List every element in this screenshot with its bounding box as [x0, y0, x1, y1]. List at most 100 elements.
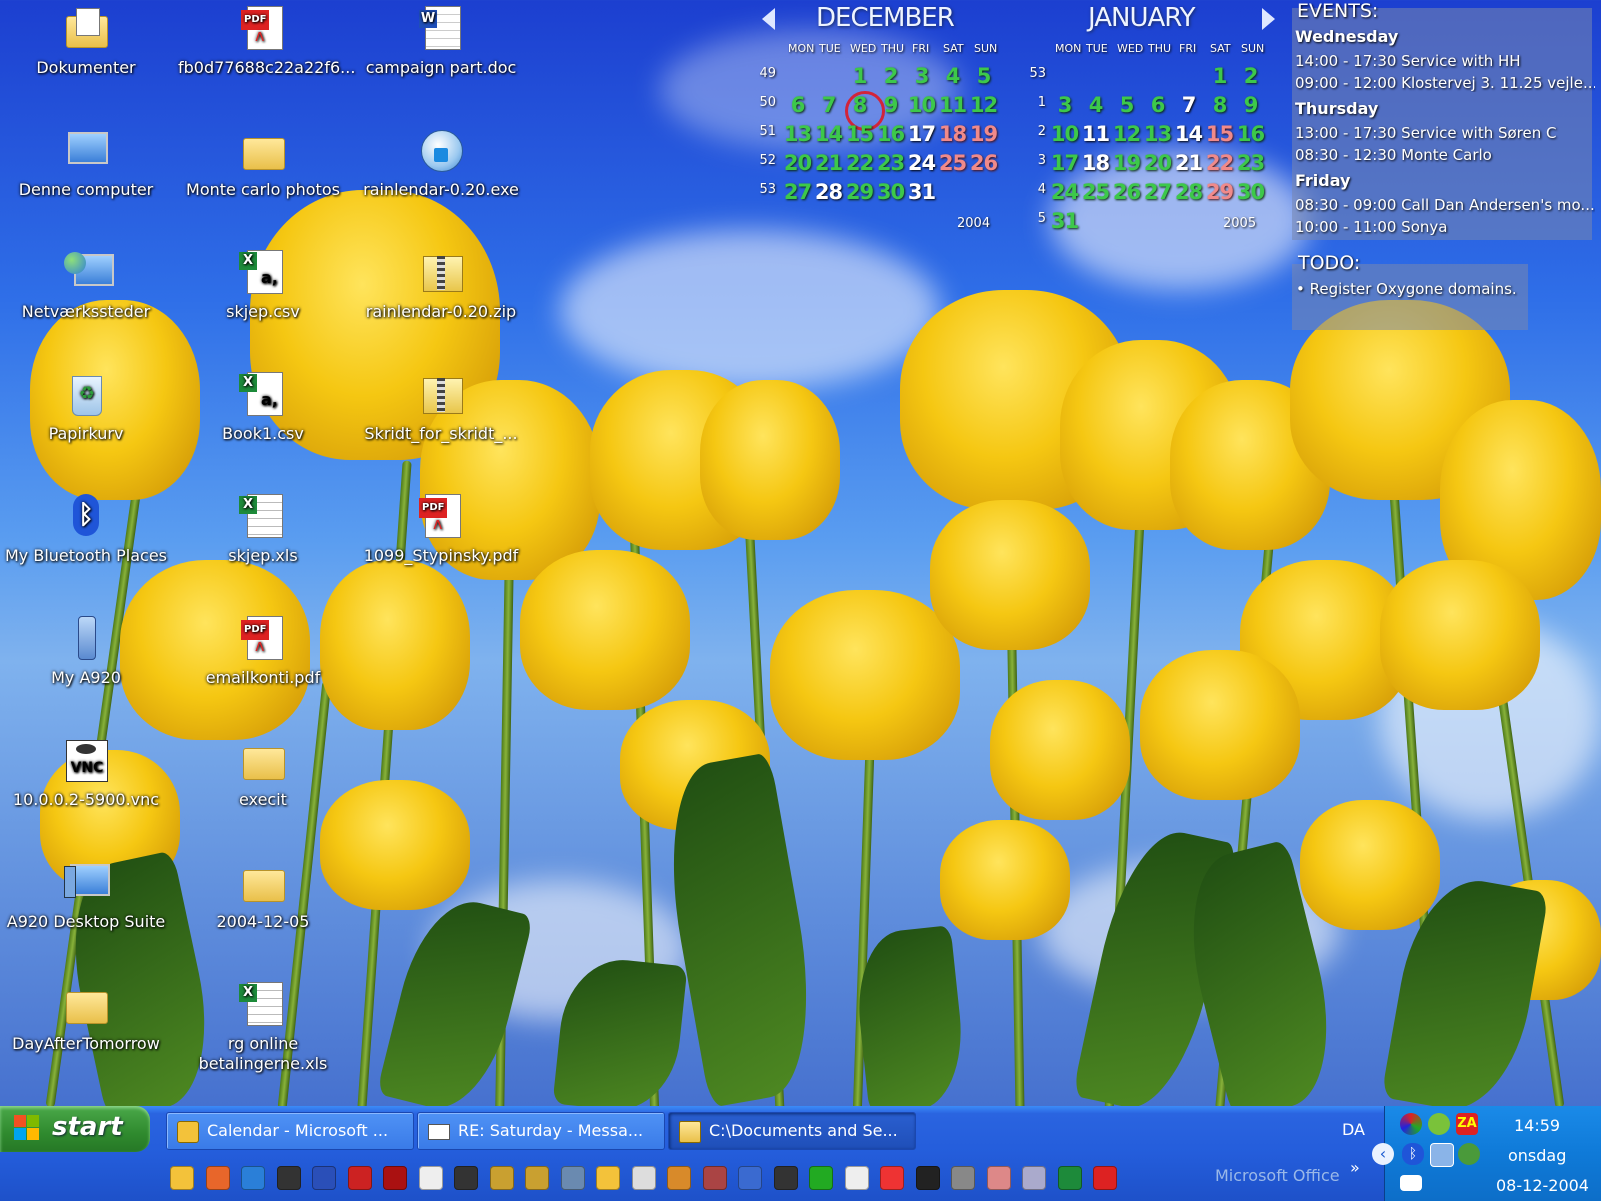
- calendar-day[interactable]: 5: [1111, 93, 1142, 117]
- desktop-icon-papirkurv[interactable]: ♻ Papirkurv: [1, 370, 171, 444]
- notepad-icon[interactable]: [1022, 1166, 1046, 1190]
- desktop-icon-netvaerkssteder[interactable]: Netværkssteder: [1, 248, 171, 322]
- desktop-icon-vnc-connection[interactable]: VNC 10.0.0.2-5900.vnc: [1, 736, 171, 810]
- toolbar-chevron[interactable]: »: [1350, 1158, 1360, 1177]
- event-item[interactable]: 08:30 - 09:00 Call Dan Andersen's mo...: [1295, 196, 1595, 214]
- desktop-icon-skjep-xls[interactable]: X skjep.xls: [178, 492, 348, 566]
- desktop-icon-1099-pdf[interactable]: PDF ʌ 1099_Stypinsky.pdf: [356, 492, 526, 566]
- calendar-day[interactable]: 9: [1235, 93, 1266, 117]
- taskbar-window-message[interactable]: RE: Saturday - Messa...: [417, 1112, 665, 1150]
- outlook-icon[interactable]: [170, 1166, 194, 1190]
- winzip-icon[interactable]: [489, 1166, 514, 1190]
- desktop-icon-campaign-doc[interactable]: W campaign part.doc: [356, 4, 526, 78]
- calendar-day[interactable]: 7: [1173, 93, 1204, 117]
- h-icon[interactable]: [915, 1166, 940, 1190]
- winzip-self-extract-icon[interactable]: [525, 1166, 549, 1190]
- antivirus-icon[interactable]: [1093, 1166, 1117, 1190]
- next-month-icon[interactable]: [1262, 8, 1275, 30]
- calendar-day[interactable]: 28: [813, 180, 844, 204]
- calendar-day[interactable]: 6: [782, 93, 813, 117]
- desktop-icon-dayaftertomorrow[interactable]: DayAfterTomorrow: [1, 980, 171, 1054]
- sync-icon[interactable]: [1400, 1113, 1422, 1135]
- collapse-icon[interactable]: ‹: [1372, 1143, 1394, 1165]
- headset-icon[interactable]: [738, 1166, 762, 1190]
- card-icon[interactable]: [844, 1166, 869, 1190]
- calendar-day[interactable]: 18: [937, 122, 968, 146]
- calendar-day[interactable]: 29: [844, 180, 875, 204]
- desktop-icon-2004-12-05[interactable]: 2004-12-05: [178, 858, 348, 932]
- powerpoint-icon[interactable]: [347, 1166, 372, 1190]
- calendar-day[interactable]: 20: [1142, 151, 1173, 175]
- calendar-day[interactable]: 20: [782, 151, 813, 175]
- desktop-icon-rainlendar-exe[interactable]: rainlendar-0.20.exe: [356, 126, 526, 200]
- calendar-day[interactable]: 1: [1204, 64, 1235, 88]
- bluetooth-tray-icon[interactable]: ᛒ: [1402, 1143, 1424, 1165]
- calendar-day[interactable]: 13: [1142, 122, 1173, 146]
- language-indicator[interactable]: DA: [1342, 1120, 1365, 1139]
- cd-icon[interactable]: [631, 1166, 656, 1190]
- calendar-day[interactable]: 30: [875, 180, 906, 204]
- calendar-day[interactable]: 24: [1049, 180, 1080, 204]
- calendar-day[interactable]: 22: [1204, 151, 1235, 175]
- calendar-day[interactable]: 19: [968, 122, 999, 146]
- calendar-day[interactable]: 4: [1080, 93, 1111, 117]
- excel-icon[interactable]: [1057, 1166, 1082, 1190]
- calendar-day[interactable]: 16: [1235, 122, 1266, 146]
- calendar-day[interactable]: 27: [782, 180, 813, 204]
- walker-icon[interactable]: [773, 1166, 798, 1190]
- calendar-day[interactable]: 15: [1204, 122, 1235, 146]
- calendar-day[interactable]: 17: [906, 122, 937, 146]
- calendar-day[interactable]: 11: [937, 93, 968, 117]
- calendar-day[interactable]: 21: [813, 151, 844, 175]
- calendar-day[interactable]: 25: [937, 151, 968, 175]
- taskbar-window-calendar[interactable]: Calendar - Microsoft ...: [166, 1112, 414, 1150]
- mail-tray-icon[interactable]: [1400, 1175, 1422, 1191]
- calendar-day[interactable]: 3: [1049, 93, 1080, 117]
- start-button[interactable]: start: [0, 1106, 150, 1152]
- calendar-day[interactable]: 29: [1204, 180, 1235, 204]
- calendar-day[interactable]: 23: [875, 151, 906, 175]
- event-item[interactable]: 14:00 - 17:30 Service with HH: [1295, 52, 1595, 70]
- calendar-day[interactable]: 12: [1111, 122, 1142, 146]
- calendar-day[interactable]: 5: [968, 64, 999, 88]
- word-icon[interactable]: [312, 1166, 336, 1190]
- event-item[interactable]: 09:00 - 12:00 Klostervej 3. 11.25 vejle.…: [1295, 74, 1595, 92]
- vnc-viewer-icon[interactable]: [276, 1166, 301, 1190]
- network-tool-icon[interactable]: [560, 1166, 585, 1190]
- calendar-day[interactable]: 16: [875, 122, 906, 146]
- clock-time[interactable]: 14:59: [1514, 1116, 1560, 1135]
- internet-explorer-icon[interactable]: [241, 1166, 265, 1190]
- radioactive-icon[interactable]: [809, 1166, 833, 1190]
- event-item[interactable]: 13:00 - 17:30 Service with Søren C: [1295, 124, 1595, 142]
- desktop-icon-emailkonti-pdf[interactable]: PDF ʌ emailkonti.pdf: [178, 614, 348, 688]
- desktop-icon-denne-computer[interactable]: Denne computer: [1, 126, 171, 200]
- desktop-icon-fb0d-pdf[interactable]: PDF ʌ fb0d77688c22a22f6...: [178, 4, 355, 78]
- clock-icon[interactable]: [667, 1166, 691, 1190]
- calendar-day[interactable]: 14: [1173, 122, 1204, 146]
- firewall-icon[interactable]: [880, 1166, 904, 1190]
- previous-month-icon[interactable]: [762, 8, 775, 30]
- calendar-day[interactable]: 1: [844, 64, 875, 88]
- calendar-day[interactable]: 24: [906, 151, 937, 175]
- crosshair-icon[interactable]: [951, 1166, 975, 1190]
- calendar-day[interactable]: 19: [1111, 151, 1142, 175]
- calendar-day[interactable]: 25: [1080, 180, 1111, 204]
- calendar-day[interactable]: 30: [1235, 180, 1266, 204]
- rainlendar-icon[interactable]: [596, 1166, 620, 1190]
- calendar-day[interactable]: 31: [1049, 209, 1080, 233]
- calendar-day[interactable]: 2: [875, 64, 906, 88]
- calendar-day[interactable]: 21: [1173, 151, 1204, 175]
- calendar-day[interactable]: 11: [1080, 122, 1111, 146]
- calendar-day[interactable]: 7: [813, 93, 844, 117]
- calendar-day[interactable]: 28: [1173, 180, 1204, 204]
- firefox-icon[interactable]: [205, 1166, 230, 1190]
- desktop-icon-monte-carlo-photos[interactable]: Monte carlo photos: [178, 126, 348, 200]
- taskbar-window-explorer[interactable]: C:\Documents and Se...: [668, 1112, 916, 1150]
- desktop-icon-rg-online-xls[interactable]: X rg online betalingerne.xls: [178, 980, 348, 1074]
- calendar-day[interactable]: 27: [1142, 180, 1173, 204]
- calendar-day[interactable]: 9: [875, 93, 906, 117]
- desktop-icon-rainlendar-zip[interactable]: rainlendar-0.20.zip: [356, 248, 526, 322]
- event-item[interactable]: 08:30 - 12:30 Monte Carlo: [1295, 146, 1595, 164]
- zonealarm-icon[interactable]: ZA: [1456, 1113, 1478, 1135]
- calendar-day[interactable]: 4: [937, 64, 968, 88]
